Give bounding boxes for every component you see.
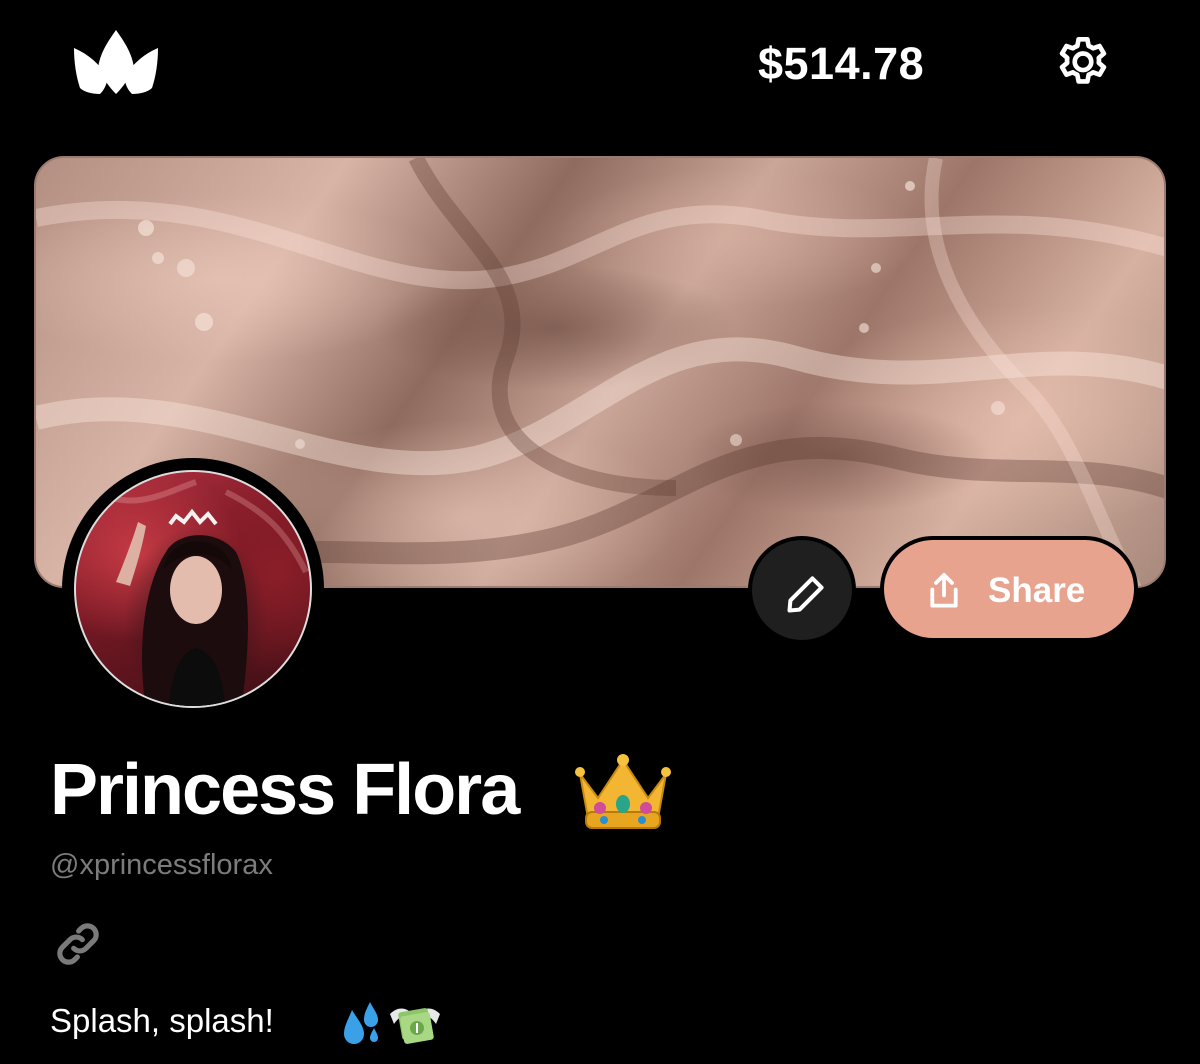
share-upload-icon: [930, 573, 958, 608]
wallet-balance[interactable]: $514.78: [758, 36, 924, 92]
username-handle: @xprincessflorax: [50, 849, 273, 881]
profile-photo: [94, 479, 309, 706]
share-button[interactable]: Share: [880, 536, 1138, 642]
gear-icon[interactable]: [1052, 30, 1114, 92]
money-with-wings-emoji: [388, 996, 442, 1048]
avatar[interactable]: [74, 470, 312, 708]
display-name: Princess Flora: [50, 750, 520, 830]
share-label: Share: [988, 571, 1086, 610]
sweat-droplets-emoji: [338, 1000, 384, 1048]
top-bar: $514.78: [0, 0, 1200, 130]
pencil-icon: [787, 576, 824, 613]
edit-profile-button[interactable]: [748, 536, 856, 644]
link-icon[interactable]: [52, 918, 104, 970]
crown-emoji: [574, 752, 672, 832]
crown-logo-icon[interactable]: [70, 28, 162, 98]
bio-text: Splash, splash!: [50, 1002, 274, 1039]
